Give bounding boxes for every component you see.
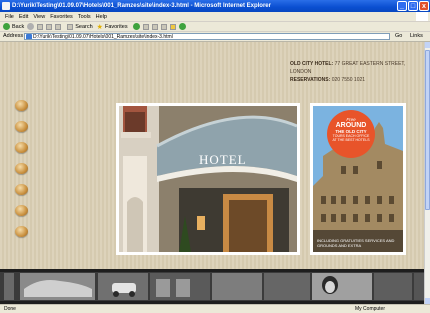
window-controls: _ □ x [397, 1, 429, 11]
media-icon [132, 23, 140, 30]
print-icon [151, 23, 158, 30]
reservations-label: RESERVATIONS: [290, 77, 331, 83]
address-label: Address [3, 33, 24, 39]
nav-bullet-6[interactable] [15, 205, 28, 216]
messenger-icon [178, 23, 186, 30]
favorites-button[interactable]: ★ Favorites [97, 23, 128, 31]
old-city-photo: Free AROUND THE OLD CITY TOURS EACH OFFI… [310, 103, 406, 255]
edit-icon [160, 23, 167, 30]
folder-icon [169, 23, 176, 30]
forward-button[interactable] [27, 23, 35, 30]
favorites-label: Favorites [104, 23, 128, 30]
free-tours-badge[interactable]: Free AROUND THE OLD CITY TOURS EACH OFFI… [327, 110, 375, 158]
scrollbar-thumb[interactable] [425, 50, 430, 210]
nav-bullet-1[interactable] [15, 100, 28, 111]
hotel-awning-photo: HOTEL [116, 103, 300, 255]
address-bar: Address D:\Yurik\Testing\01.09.07\Hotels… [0, 32, 430, 42]
menu-favorites[interactable]: Favorites [50, 14, 73, 20]
forward-arrow-icon [27, 23, 35, 30]
contact-info: OLD CITY HOTEL: 77 GREAT EASTERN STREET,… [290, 60, 415, 84]
scroll-up-arrow-icon[interactable] [425, 42, 430, 48]
folder-button[interactable] [169, 23, 176, 30]
hotel-label: OLD CITY HOTEL: [290, 61, 334, 67]
filmstrip-illustration [0, 269, 424, 304]
nav-bullet-5[interactable] [15, 184, 28, 195]
hotel-awning-illustration: HOTEL [119, 106, 297, 252]
search-label: Search [75, 23, 93, 30]
menu-bar: File Edit View Favorites Tools Help [0, 12, 430, 22]
close-button[interactable]: x [419, 1, 429, 11]
side-photo-caption: INCLUDING GRATUITIES SERVICES AND GROUND… [317, 238, 395, 248]
maximize-button[interactable]: □ [408, 1, 418, 11]
home-button[interactable] [55, 23, 62, 30]
search-icon [67, 23, 74, 30]
home-icon [55, 23, 62, 30]
badge-line4: AT THE BEST HOTELS [332, 138, 370, 142]
photo-filmstrip [0, 269, 424, 304]
menu-edit[interactable]: Edit [19, 14, 28, 20]
nav-bullet-3[interactable] [15, 142, 28, 153]
window-title: D:\Yurik\Testing\01.09.07\Hotels\001_Ram… [12, 3, 271, 9]
media-button[interactable] [132, 23, 140, 30]
minimize-button[interactable]: _ [397, 1, 407, 11]
nav-bullet-4[interactable] [15, 163, 28, 174]
hotel-address-line: OLD CITY HOTEL: 77 GREAT EASTERN STREET,… [290, 60, 415, 76]
ie-icon [2, 2, 10, 10]
address-value: D:\Yurik\Testing\01.09.07\Hotels\001_Ram… [33, 34, 173, 40]
nav-bullet-2[interactable] [15, 121, 28, 132]
menu-tools[interactable]: Tools [78, 14, 91, 20]
stop-icon [37, 23, 44, 30]
badge-around: AROUND [335, 122, 367, 129]
print-button[interactable] [151, 23, 158, 30]
windows-logo-icon [416, 12, 428, 21]
vertical-scrollbar[interactable] [424, 42, 430, 304]
refresh-icon [46, 23, 53, 30]
reservations-line: RESERVATIONS: 020 7550 1021 [290, 76, 415, 84]
mail-icon [142, 23, 149, 30]
back-label: Back [12, 23, 25, 30]
page-icon [26, 34, 32, 39]
refresh-button[interactable] [46, 23, 53, 30]
links-button[interactable]: Links [410, 33, 423, 39]
awning-hotel-text: HOTEL [199, 152, 247, 167]
title-bar: D:\Yurik\Testing\01.09.07\Hotels\001_Ram… [0, 0, 430, 12]
reservations-phone: 020 7550 1021 [331, 77, 366, 83]
stop-button[interactable] [37, 23, 44, 30]
menu-view[interactable]: View [33, 14, 45, 20]
menu-file[interactable]: File [5, 14, 14, 20]
page-viewport: OLD CITY HOTEL: 77 GREAT EASTERN STREET,… [0, 42, 424, 304]
back-button[interactable]: Back [3, 23, 24, 30]
back-arrow-icon [3, 23, 10, 30]
mail-button[interactable] [142, 23, 149, 30]
search-button[interactable]: Search [67, 23, 93, 30]
menu-help[interactable]: Help [96, 14, 107, 20]
messenger-button[interactable] [178, 23, 186, 30]
toolbar: Back Search ★ Favorites [0, 22, 430, 32]
edit-button[interactable] [160, 23, 167, 30]
star-icon: ★ [96, 23, 103, 31]
go-button[interactable]: Go [395, 33, 402, 39]
nav-bullet-7[interactable] [15, 226, 28, 237]
address-input[interactable]: D:\Yurik\Testing\01.09.07\Hotels\001_Ram… [24, 33, 390, 40]
